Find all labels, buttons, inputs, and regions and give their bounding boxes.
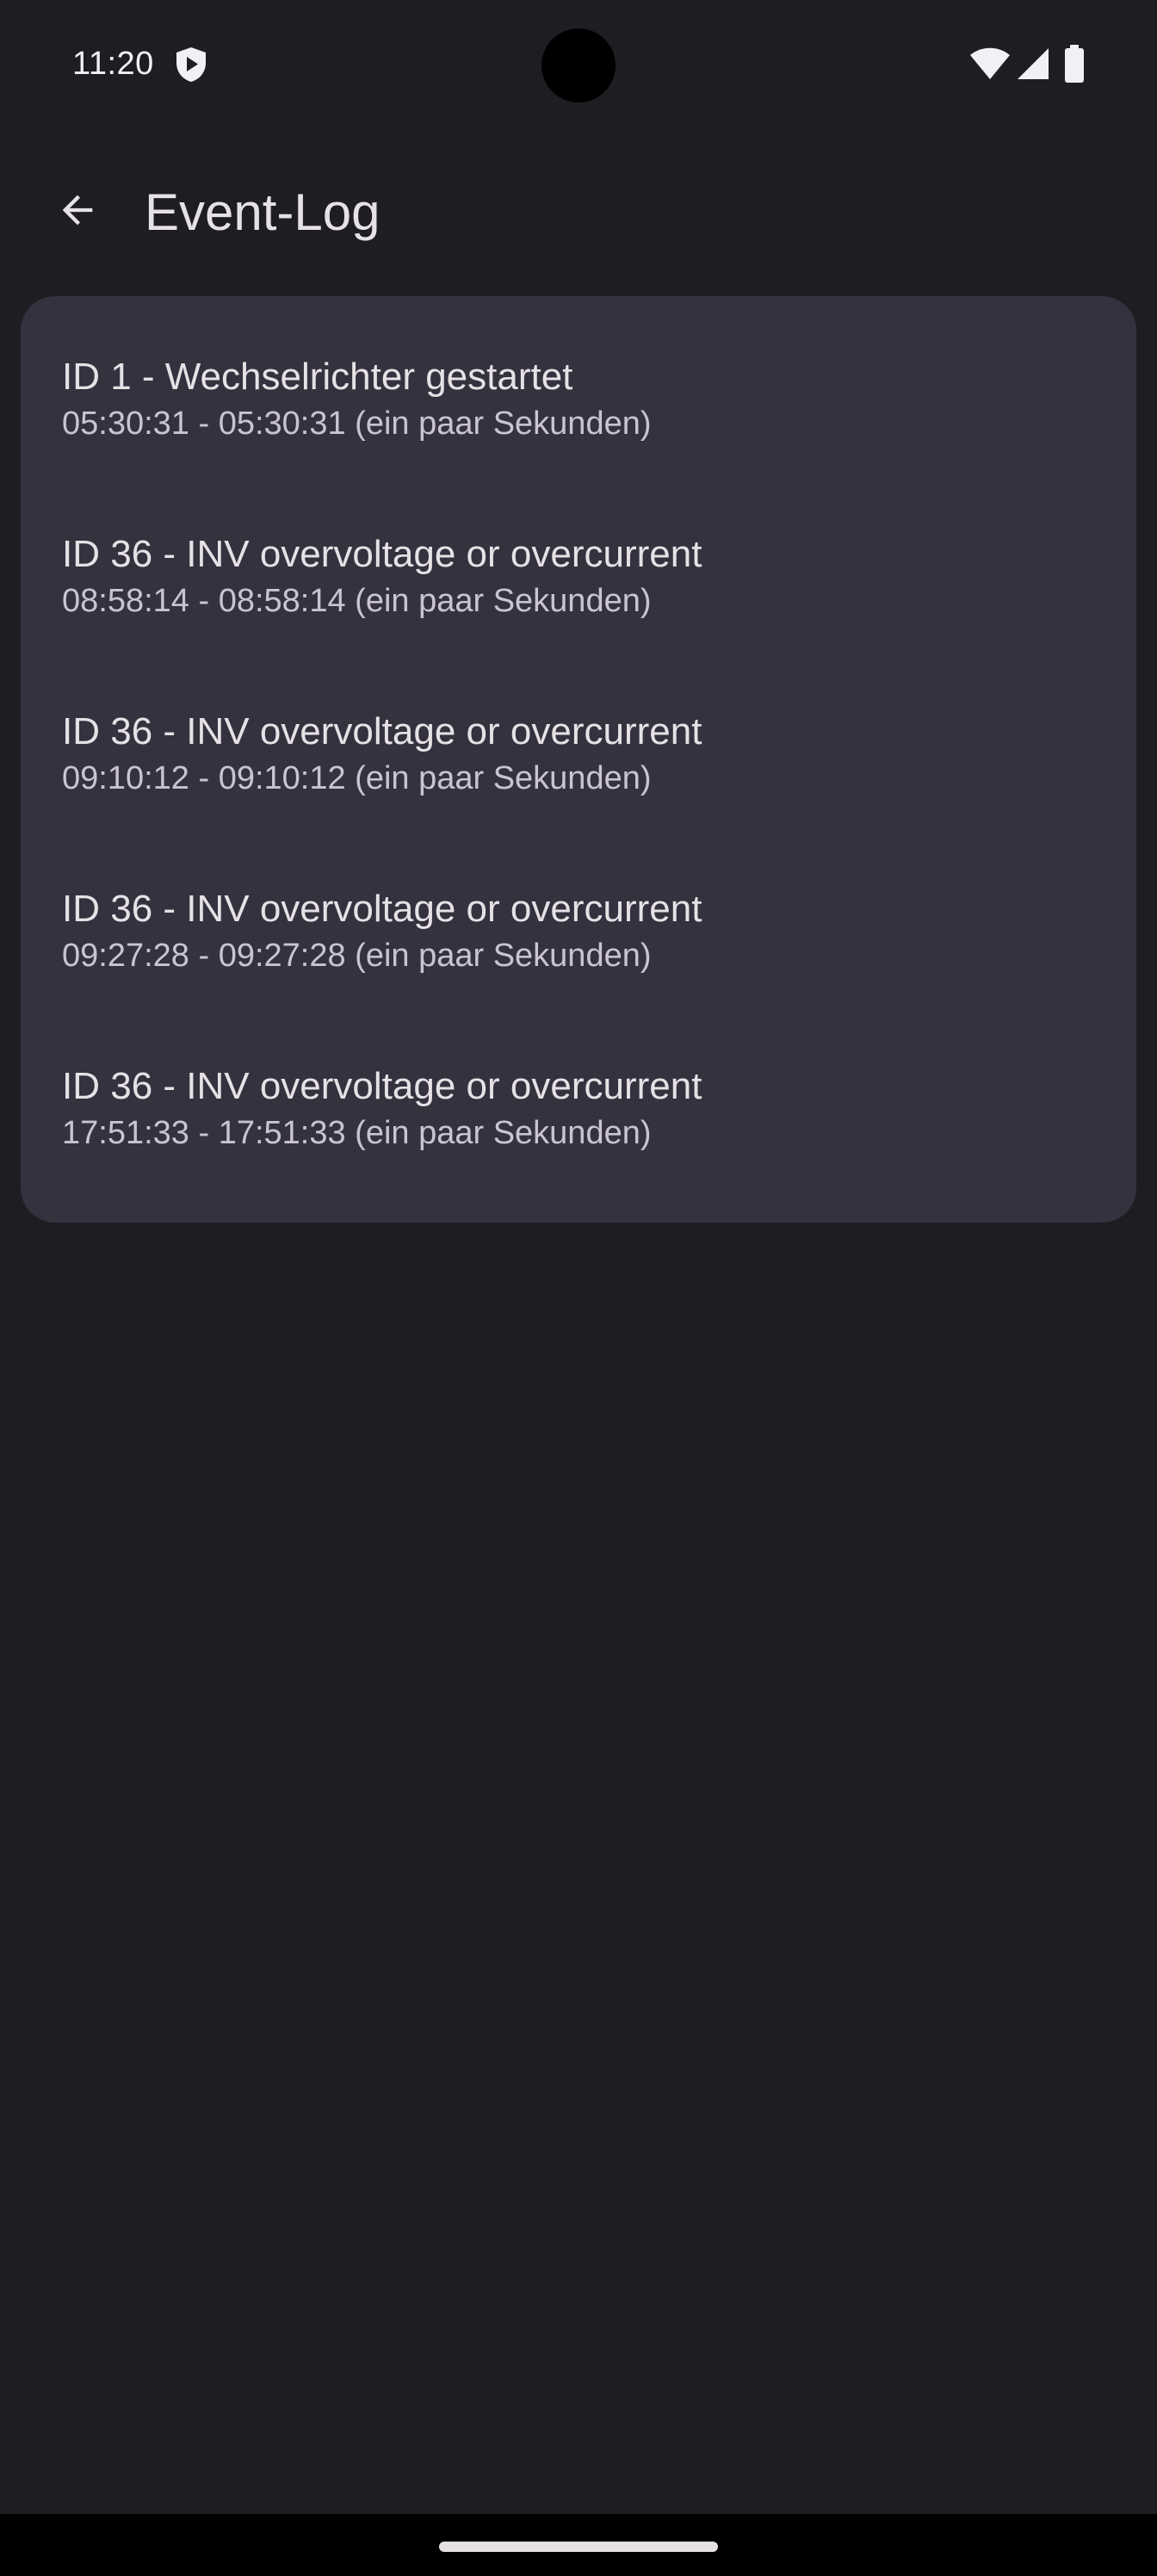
event-item[interactable]: ID 36 - INV overvoltage or overcurrent 0… xyxy=(21,876,1136,1054)
event-item[interactable]: ID 36 - INV overvoltage or overcurrent 1… xyxy=(21,1054,1136,1223)
camera-cutout xyxy=(541,28,616,102)
battery-icon xyxy=(1064,45,1085,83)
status-time: 11:20 xyxy=(72,46,154,82)
event-title: ID 36 - INV overvoltage or overcurrent xyxy=(62,1065,702,1107)
page-title: Event-Log xyxy=(145,183,381,241)
event-item[interactable]: ID 1 - Wechselrichter gestartet 05:30:31… xyxy=(21,344,1136,522)
top-app-bar: Event-Log xyxy=(0,129,1157,298)
event-list: ID 1 - Wechselrichter gestartet 05:30:31… xyxy=(21,296,1136,1223)
navigation-bar xyxy=(0,2514,1157,2576)
event-title: ID 36 - INV overvoltage or overcurrent xyxy=(62,888,702,930)
event-time: 09:27:28 - 09:27:28 (ein paar Sekunden) xyxy=(62,938,652,974)
wifi-icon xyxy=(969,46,1011,81)
home-indicator[interactable] xyxy=(439,2542,718,2552)
back-button[interactable] xyxy=(36,170,119,253)
arrow-back-icon xyxy=(55,188,100,237)
event-log-card: ID 1 - Wechselrichter gestartet 05:30:31… xyxy=(21,296,1136,1223)
event-item[interactable]: ID 36 - INV overvoltage or overcurrent 0… xyxy=(21,522,1136,699)
event-title: ID 36 - INV overvoltage or overcurrent xyxy=(62,533,702,575)
event-item[interactable]: ID 36 - INV overvoltage or overcurrent 0… xyxy=(21,699,1136,876)
event-time: 09:10:12 - 09:10:12 (ein paar Sekunden) xyxy=(62,760,652,796)
event-time: 08:58:14 - 08:58:14 (ein paar Sekunden) xyxy=(62,583,652,619)
event-time: 05:30:31 - 05:30:31 (ein paar Sekunden) xyxy=(62,406,652,442)
event-title: ID 1 - Wechselrichter gestartet xyxy=(62,356,573,398)
shield-icon xyxy=(174,46,208,84)
signal-icon xyxy=(1016,46,1050,81)
status-bar: 11:20 xyxy=(0,0,1157,129)
event-time: 17:51:33 - 17:51:33 (ein paar Sekunden) xyxy=(62,1115,652,1151)
screen: 11:20 Event-Log ID 1 - Wechselrichter ge… xyxy=(0,0,1157,2576)
event-title: ID 36 - INV overvoltage or overcurrent xyxy=(62,710,702,752)
